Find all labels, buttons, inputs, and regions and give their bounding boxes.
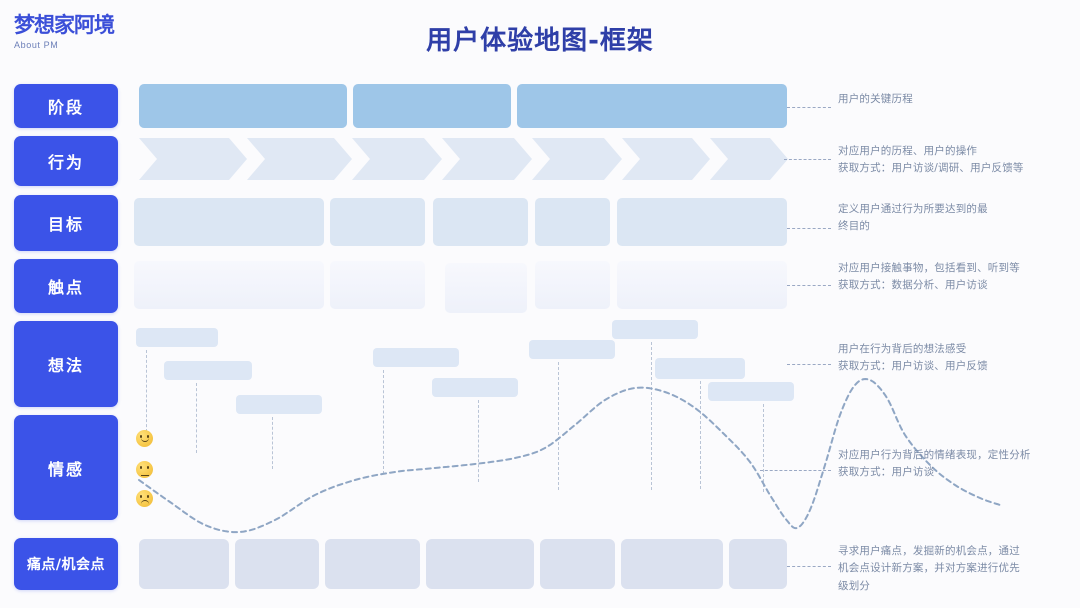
- thought-block[interactable]: [708, 382, 794, 401]
- pain-block[interactable]: [729, 539, 787, 589]
- eye-left: [140, 495, 143, 498]
- behavior-arrow[interactable]: [352, 138, 442, 180]
- goal-block[interactable]: [433, 198, 528, 246]
- row-label-emotion[interactable]: 情感: [14, 415, 118, 520]
- row-label-stage[interactable]: 阶段: [14, 84, 118, 128]
- stage-block[interactable]: [139, 84, 347, 128]
- pain-block[interactable]: [235, 539, 319, 589]
- row-label-behavior[interactable]: 行为: [14, 136, 118, 186]
- row-label-touchpoint[interactable]: 触点: [14, 259, 118, 313]
- thought-block[interactable]: [236, 395, 322, 414]
- thought-connector: [558, 362, 559, 490]
- annotation-behavior: 对应用户的历程、用户的操作 获取方式：用户访谈/调研、用户反馈等: [838, 145, 1024, 175]
- thought-block[interactable]: [373, 348, 459, 367]
- thought-block[interactable]: [432, 378, 518, 397]
- leader-line-thoughts: [787, 364, 831, 365]
- annotation-thoughts: 用户在行为背后的想法感受 获取方式：用户访谈、用户反馈: [838, 343, 988, 373]
- eye-left: [140, 466, 143, 469]
- thought-connector: [383, 370, 384, 474]
- row-label-pain[interactable]: 痛点/机会点: [14, 538, 118, 590]
- stage-block[interactable]: [517, 84, 787, 128]
- goal-block[interactable]: [330, 198, 425, 246]
- row-label-goal[interactable]: 目标: [14, 195, 118, 251]
- neutral-face-icon: [136, 461, 153, 478]
- goal-block[interactable]: [535, 198, 610, 246]
- touchpoint-block[interactable]: [445, 263, 527, 313]
- pain-block[interactable]: [325, 539, 420, 589]
- thought-connector: [651, 342, 652, 490]
- happy-face-icon: [136, 430, 153, 447]
- eye-right: [146, 466, 149, 469]
- touchpoint-block[interactable]: [617, 261, 787, 309]
- pain-block[interactable]: [426, 539, 534, 589]
- eye-right: [146, 495, 149, 498]
- mouth: [140, 500, 149, 504]
- leader-line-stage: [787, 107, 831, 108]
- sad-face-icon: [136, 490, 153, 507]
- thought-block[interactable]: [529, 340, 615, 359]
- leader-line-touchpoint: [787, 285, 831, 286]
- touchpoint-block[interactable]: [330, 261, 425, 309]
- page-title: 用户体验地图-框架: [426, 26, 654, 56]
- thought-connector: [478, 400, 479, 482]
- behavior-arrow[interactable]: [442, 138, 532, 180]
- behavior-arrow[interactable]: [622, 138, 710, 180]
- mouth: [140, 472, 149, 476]
- stage-block[interactable]: [353, 84, 511, 128]
- thought-connector: [763, 404, 764, 492]
- mouth: [140, 438, 149, 442]
- thought-connector: [700, 381, 701, 489]
- behavior-arrow[interactable]: [710, 138, 788, 180]
- touchpoint-block[interactable]: [535, 261, 610, 309]
- journey-map-canvas: 梦想家阿境 About PM 用户体验地图-框架 阶段 行为 目标 触点 想法 …: [0, 0, 1080, 608]
- annotation-touchpoint: 对应用户接触事物，包括看到、听到等 获取方式：数据分析、用户访谈: [838, 262, 1020, 292]
- thought-connector: [196, 383, 197, 453]
- behavior-arrow[interactable]: [247, 138, 352, 180]
- thought-block[interactable]: [655, 358, 745, 379]
- annotation-emotion: 对应用户行为背后的情绪表现，定性分析 获取方式：用户访谈: [838, 449, 1031, 479]
- thought-connector: [272, 417, 273, 469]
- annotation-goal: 定义用户通过行为所要达到的最 终目的: [838, 203, 988, 233]
- annotation-stage: 用户的关键历程: [838, 93, 913, 105]
- pain-block[interactable]: [621, 539, 723, 589]
- leader-line-pain: [787, 566, 831, 567]
- thought-connector: [146, 350, 147, 432]
- row-label-thoughts[interactable]: 想法: [14, 321, 118, 407]
- goal-block[interactable]: [617, 198, 787, 246]
- behavior-arrow[interactable]: [139, 138, 247, 180]
- leader-line-emotion: [760, 470, 831, 471]
- thought-block[interactable]: [612, 320, 698, 339]
- thought-block[interactable]: [164, 361, 252, 380]
- behavior-arrow[interactable]: [532, 138, 622, 180]
- touchpoint-block[interactable]: [134, 261, 324, 309]
- annotation-pain: 寻求用户痛点，发掘新的机会点，通过 机会点设计新方案，并对方案进行优先 级划分: [838, 545, 1020, 592]
- pain-block[interactable]: [540, 539, 615, 589]
- pain-block[interactable]: [139, 539, 229, 589]
- leader-line-behavior: [784, 159, 831, 160]
- goal-block[interactable]: [134, 198, 324, 246]
- thought-block[interactable]: [136, 328, 218, 347]
- leader-line-goal: [787, 228, 831, 229]
